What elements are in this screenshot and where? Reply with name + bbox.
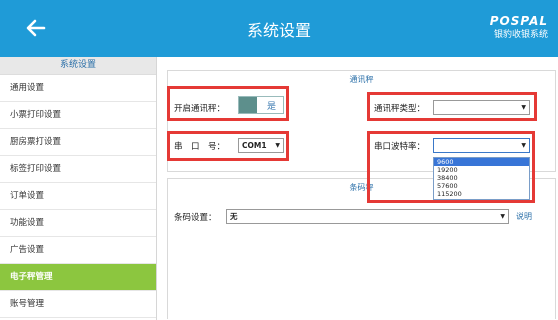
sidebar-heading: 系统设置: [0, 57, 156, 75]
sidebar-item-ads[interactable]: 广告设置: [0, 237, 156, 264]
annotation-box-enable: [167, 86, 289, 121]
sidebar-item-label-print[interactable]: 标签打印设置: [0, 156, 156, 183]
annotation-box-baud-rate: [367, 131, 535, 203]
barcode-help-link[interactable]: 说明: [516, 211, 532, 222]
brand-logo: POSPAL 银豹收银系统: [484, 14, 548, 40]
logo-tagline: 银豹收银系统: [493, 30, 548, 40]
sidebar-item-function[interactable]: 功能设置: [0, 210, 156, 237]
page-title: 系统设置: [246, 21, 311, 40]
annotation-box-scale-type: [367, 92, 537, 121]
app-header: 系统设置 POSPAL 银豹收银系统: [0, 0, 558, 57]
barcode-setting-select[interactable]: 无 ▼: [226, 209, 509, 224]
sidebar-item-scale-management[interactable]: 电子秤管理: [0, 264, 156, 291]
chevron-down-icon: ▼: [500, 213, 505, 220]
annotation-box-serial-port: [167, 131, 289, 161]
sidebar-item-order[interactable]: 订单设置: [0, 183, 156, 210]
sidebar-item-general[interactable]: 通用设置: [0, 75, 156, 102]
logo-brand-text: POSPAL: [489, 14, 548, 28]
barcode-setting-label: 条码设置：: [174, 213, 217, 223]
sidebar-item-receipt-print[interactable]: 小票打印设置: [0, 102, 156, 129]
sidebar: 系统设置 通用设置 小票打印设置 厨房票打设置 标签打印设置 订单设置 功能设置…: [0, 57, 157, 320]
sidebar-item-kitchen-print[interactable]: 厨房票打设置: [0, 129, 156, 156]
sidebar-item-account[interactable]: 账号管理: [0, 291, 156, 318]
barcode-setting-value: 无: [230, 212, 238, 221]
scale-section-title: 通讯秤: [349, 75, 374, 84]
